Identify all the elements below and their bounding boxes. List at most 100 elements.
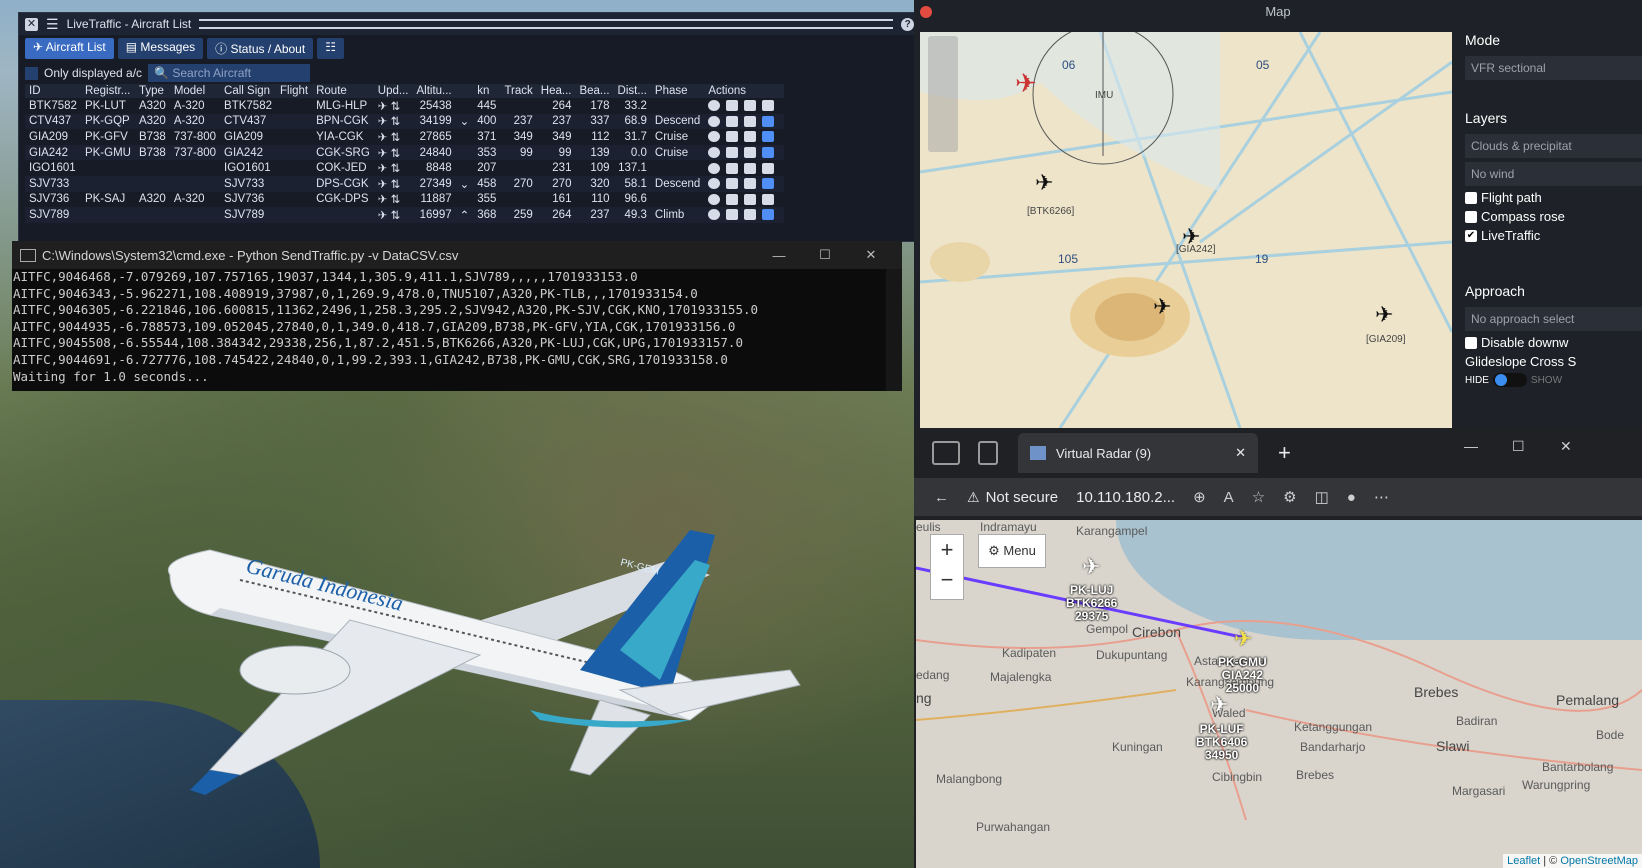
split-screen-icon[interactable]: ◫ bbox=[1315, 488, 1329, 506]
minimize-icon[interactable]: — bbox=[1464, 438, 1478, 454]
row-actions[interactable] bbox=[704, 192, 784, 208]
table-row[interactable]: BTK7582 PK-LUT A320 A-320 BTK7582 MLG-HLP ✈ ⇅ 2… bbox=[25, 98, 784, 114]
tab-status-about[interactable]: ⓘ Status / About bbox=[207, 38, 314, 59]
column-header[interactable]: Altitu... bbox=[412, 84, 456, 98]
table-row[interactable]: SJV733 SJV733 DPS-CGK ✈ ⇅ 27349 ⌄ 458 270 270 320… bbox=[25, 175, 785, 192]
row-actions[interactable] bbox=[704, 175, 785, 192]
eye-icon[interactable] bbox=[762, 162, 775, 174]
camera-icon[interactable] bbox=[726, 162, 739, 174]
only-displayed-checkbox[interactable] bbox=[25, 66, 38, 80]
info-icon[interactable] bbox=[708, 131, 721, 143]
camera-icon[interactable] bbox=[726, 131, 739, 143]
edit-icon[interactable] bbox=[744, 115, 757, 127]
row-actions[interactable] bbox=[704, 144, 785, 161]
disable-downwind-option[interactable]: Disable downw bbox=[1465, 335, 1636, 350]
table-row[interactable]: SJV789 SJV789 ✈ ⇅ 16997 ⌃ 368 259 264 237 49.3 Cli… bbox=[25, 207, 785, 223]
zoom-icon[interactable]: ⊕ bbox=[1193, 488, 1206, 506]
new-tab-icon[interactable]: + bbox=[1278, 440, 1291, 466]
tab-virtual-radar[interactable]: Virtual Radar (9) ✕ bbox=[1018, 433, 1258, 473]
column-header[interactable]: Flight bbox=[275, 84, 313, 98]
aircraft-marker[interactable]: ✈ bbox=[1082, 554, 1100, 580]
eye-icon[interactable] bbox=[762, 193, 775, 205]
aircraft-icon[interactable]: ✈ bbox=[1375, 302, 1393, 328]
checkbox-checked[interactable]: ✔ bbox=[1465, 229, 1477, 242]
camera-icon[interactable] bbox=[726, 193, 739, 205]
back-arrow-icon[interactable]: ← bbox=[934, 489, 949, 506]
eye-icon[interactable] bbox=[762, 115, 775, 127]
virtual-radar-map[interactable]: Indramayu Karangampel Gempol Cirebon Kad… bbox=[916, 520, 1642, 868]
info-icon[interactable] bbox=[708, 209, 721, 221]
tab-actions-icon[interactable] bbox=[978, 441, 998, 465]
camera-icon[interactable] bbox=[726, 178, 739, 190]
checkbox[interactable] bbox=[1465, 336, 1477, 349]
user-aircraft-icon[interactable]: ✈ bbox=[1015, 68, 1037, 99]
zoom-in-button[interactable]: + bbox=[931, 535, 963, 565]
map-titlebar[interactable]: Map bbox=[914, 0, 1642, 24]
column-header[interactable]: Dist... bbox=[613, 84, 651, 98]
info-icon[interactable] bbox=[708, 193, 721, 205]
menu-button[interactable]: ⚙ Menu bbox=[978, 534, 1046, 568]
row-actions[interactable] bbox=[704, 160, 784, 176]
tab-aircraft-list[interactable]: ✈ Aircraft List bbox=[25, 38, 114, 59]
info-icon[interactable] bbox=[708, 100, 721, 112]
not-secure-label[interactable]: Not secure bbox=[986, 489, 1059, 506]
zoom-out-button[interactable]: − bbox=[931, 565, 963, 595]
column-header[interactable] bbox=[455, 84, 474, 98]
aircraft-icon[interactable]: ✈ bbox=[1153, 294, 1171, 320]
workspaces-icon[interactable] bbox=[932, 441, 960, 465]
column-header[interactable]: ID bbox=[25, 84, 81, 98]
help-icon[interactable]: ? bbox=[901, 17, 915, 31]
layer-select[interactable]: Clouds & precipitat bbox=[1465, 134, 1642, 158]
cmd-titlebar[interactable]: C:\Windows\System32\cmd.exe - Python Sen… bbox=[12, 241, 902, 269]
edit-icon[interactable] bbox=[744, 209, 757, 221]
warning-icon[interactable]: ⚠ bbox=[967, 489, 980, 506]
more-menu-icon[interactable]: ⋯ bbox=[1374, 488, 1389, 506]
info-icon[interactable] bbox=[708, 162, 721, 174]
edit-icon[interactable] bbox=[744, 178, 757, 190]
column-header[interactable]: kn bbox=[473, 84, 501, 98]
maximize-icon[interactable]: ☐ bbox=[1512, 438, 1525, 455]
leaflet-link[interactable]: Leaflet bbox=[1507, 855, 1540, 867]
aircraft-tag[interactable]: PK-GMU GIA242 25000 bbox=[1218, 656, 1267, 695]
info-icon[interactable] bbox=[708, 147, 721, 159]
drag-handle[interactable] bbox=[199, 19, 894, 29]
row-actions[interactable] bbox=[704, 98, 784, 114]
eye-icon[interactable] bbox=[762, 209, 775, 221]
edit-icon[interactable] bbox=[744, 147, 757, 159]
aircraft-tag[interactable]: PK-LUF BTK6406 34950 bbox=[1196, 723, 1247, 762]
column-header[interactable]: Route bbox=[312, 84, 374, 98]
tab-messages[interactable]: ▤ Messages bbox=[117, 38, 204, 59]
toggle-switch[interactable] bbox=[1492, 373, 1527, 387]
edit-icon[interactable] bbox=[744, 193, 757, 205]
aircraft-icon[interactable]: ✈ bbox=[1035, 170, 1053, 196]
close-icon[interactable]: ✕ bbox=[25, 17, 38, 31]
row-actions[interactable] bbox=[704, 113, 785, 130]
eye-icon[interactable] bbox=[762, 178, 775, 190]
column-header[interactable]: Call Sign bbox=[220, 84, 276, 98]
livetraffic-option[interactable]: ✔ LiveTraffic bbox=[1465, 228, 1636, 243]
settings-sliders-icon[interactable]: ☷ bbox=[317, 38, 344, 59]
row-actions[interactable] bbox=[704, 207, 785, 223]
osm-link[interactable]: OpenStreetMap bbox=[1560, 855, 1638, 867]
table-row[interactable]: IGO1601 IGO1601 COK-JED ✈ ⇅ 8848 207 231 109 137… bbox=[25, 160, 784, 176]
close-tab-icon[interactable]: ✕ bbox=[1235, 445, 1246, 461]
info-icon[interactable] bbox=[708, 178, 721, 190]
livetraffic-titlebar[interactable]: ✕ ☰ LiveTraffic - Aircraft List ? ❐ bbox=[19, 13, 939, 35]
vfr-map-canvas[interactable]: 06 05 105 19 IMU ✈ [BTK6266] ✈ [GIA242] … bbox=[920, 32, 1452, 428]
camera-icon[interactable] bbox=[726, 209, 739, 221]
compass-rose-option[interactable]: Compass rose bbox=[1465, 209, 1636, 224]
camera-icon[interactable] bbox=[726, 147, 739, 159]
selected-aircraft-marker[interactable]: ✈ bbox=[1234, 626, 1252, 652]
column-header[interactable]: Type bbox=[134, 84, 170, 98]
close-icon[interactable]: ✕ bbox=[848, 247, 894, 263]
table-row[interactable]: CTV437 PK-GQP A320 A-320 CTV437 BPN-CGK ✈ ⇅ 341… bbox=[25, 113, 785, 130]
eye-icon[interactable] bbox=[762, 147, 775, 159]
read-aloud-icon[interactable]: A bbox=[1224, 489, 1234, 506]
aircraft-marker[interactable]: ✈ bbox=[1210, 692, 1228, 718]
camera-icon[interactable] bbox=[726, 115, 739, 127]
column-header[interactable]: Registr... bbox=[80, 84, 135, 98]
edit-icon[interactable] bbox=[744, 100, 757, 112]
close-icon[interactable]: ✕ bbox=[1560, 438, 1572, 455]
info-icon[interactable] bbox=[708, 115, 721, 127]
edit-icon[interactable] bbox=[744, 162, 757, 174]
